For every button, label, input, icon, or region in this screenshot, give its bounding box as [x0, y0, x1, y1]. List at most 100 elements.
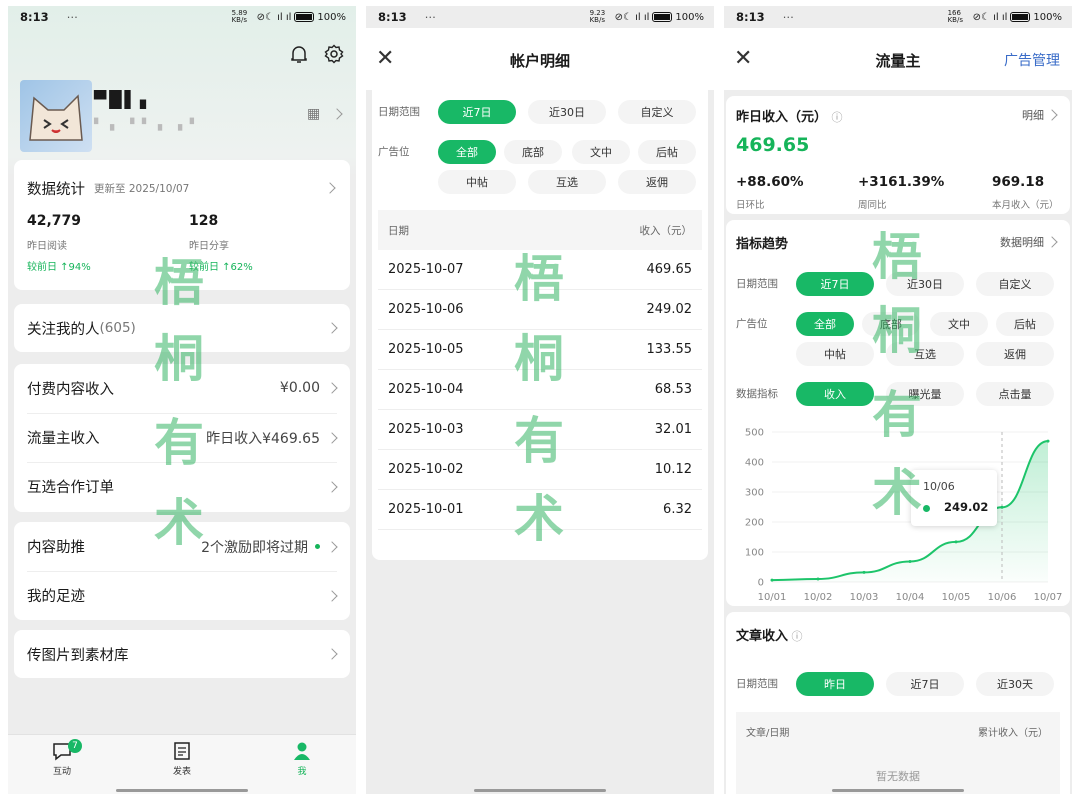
help-icon[interactable]: ⓘ [832, 111, 843, 124]
month-income-value: 969.18 [992, 174, 1045, 190]
metric-opt-exposure[interactable]: 曝光量 [886, 382, 964, 406]
detail-link[interactable]: 明细 [1022, 107, 1058, 123]
qrcode-icon[interactable]: ▦ [307, 106, 320, 122]
traffic-income-value: 昨日收入¥469.65 [206, 430, 320, 447]
ad-label: 广告位 [736, 318, 768, 330]
traffic-owner-screen: 8:13 ⋯ 166 KB/s ⊘☾ ıl ıl 100% ✕ 流量主 广告管理… [724, 6, 1072, 794]
gear-icon[interactable] [324, 44, 344, 64]
row-amount: 10.12 [654, 462, 692, 477]
header: ✕ 帐户明细 [366, 28, 714, 90]
article-opt-7d[interactable]: 近7日 [886, 672, 964, 696]
income-card: 付费内容收入 ¥0.00 流量主收入 昨日收入¥469.65 互选合作订单 [14, 364, 350, 512]
yesterday-label: 昨日收入（元） ⓘ [736, 106, 843, 125]
week-change-label: 周同比 [858, 200, 887, 211]
ad-opt-rebate[interactable]: 返佣 [618, 170, 696, 194]
reads-label: 昨日阅读 [27, 241, 67, 252]
help-icon[interactable]: ⓘ [788, 630, 803, 643]
metric-opt-income[interactable]: 收入 [796, 382, 874, 406]
green-dot-icon [315, 544, 320, 549]
ad-opt-after[interactable]: 后帖 [638, 140, 696, 164]
page-title: 帐户明细 [509, 52, 570, 70]
data-point [816, 577, 820, 581]
date-opt-custom[interactable]: 自定义 [618, 100, 696, 124]
status-bar: 8:13 ⋯ 5.89 KB/s ⊘☾ ıl ıl 100% [8, 6, 356, 28]
upload-label: 传图片到素材库 [27, 647, 129, 664]
paid-income-row[interactable]: 付费内容收入 ¥0.00 [14, 364, 350, 412]
assist-label: 内容助推 [27, 540, 85, 556]
date-opt-7d[interactable]: 近7日 [796, 272, 874, 296]
battery-text: 100% [317, 11, 346, 23]
followers-chevron-icon [326, 322, 338, 334]
date-opt-30d[interactable]: 近30日 [528, 100, 606, 124]
yesterday-value: 469.65 [736, 134, 810, 156]
income-trend-chart[interactable]: 0 100 200 300 400 500 10/01 10/02 10/03 10/04 10/0… [726, 416, 1070, 606]
y-tick-label: 300 [745, 488, 764, 499]
assist-row[interactable]: 内容助推 2个激励即将过期 [14, 522, 350, 571]
avatar[interactable] [20, 80, 92, 152]
row-date: 2025-10-06 [388, 302, 464, 317]
status-time: 8:13 [378, 10, 407, 24]
signal-icon: ⊘☾ ıl ıl [256, 11, 292, 23]
table-row: 2025-10-07 469.65 [378, 250, 702, 290]
metric-opt-clicks[interactable]: 点击量 [976, 382, 1054, 406]
row-date: 2025-10-03 [388, 422, 464, 437]
nav-me[interactable]: 我 [272, 741, 332, 777]
footprint-row[interactable]: 我的足迹 [14, 571, 350, 620]
nav-interact[interactable]: 互动 7 [32, 739, 92, 777]
trend-detail-link[interactable]: 数据明细 [1000, 234, 1058, 250]
y-tick-label: 200 [745, 518, 764, 529]
nav-post[interactable]: 发表 [152, 741, 212, 777]
home-indicator [116, 789, 248, 792]
followers-row[interactable]: 关注我的人 (605) [14, 304, 350, 352]
status-right: 166 KB/s ⊘☾ ıl ıl 100% [948, 10, 1062, 24]
ad-opt-middle[interactable]: 中帖 [438, 170, 516, 194]
bell-icon[interactable] [290, 44, 308, 64]
day-change-label: 日环比 [736, 200, 765, 211]
date-opt-30d[interactable]: 近30日 [886, 272, 964, 296]
day-change-value: +88.60% [736, 174, 804, 190]
article-title-text: 文章收入 [736, 629, 789, 644]
col-date: 日期 [388, 224, 409, 237]
data-point [770, 578, 774, 582]
battery-icon [652, 12, 673, 22]
ad-opt-all[interactable]: 全部 [438, 140, 496, 164]
data-point [1000, 505, 1004, 509]
article-opt-30d[interactable]: 近30天 [976, 672, 1054, 696]
mutual-order-row[interactable]: 互选合作订单 [14, 462, 350, 511]
table-row: 2025-10-01 6.32 [378, 490, 702, 530]
battery-icon [1010, 12, 1031, 22]
ad-opt-inline[interactable]: 文中 [930, 312, 988, 336]
date-range-label: 日期范围 [736, 278, 778, 290]
ad-opt-after[interactable]: 后帖 [996, 312, 1054, 336]
trend-chevron-icon [1046, 236, 1058, 248]
date-opt-custom[interactable]: 自定义 [976, 272, 1054, 296]
ad-opt-mutual[interactable]: 互选 [886, 342, 964, 366]
upload-row[interactable]: 传图片到素材库 [14, 630, 350, 678]
ad-opt-rebate[interactable]: 返佣 [976, 342, 1054, 366]
status-right: 5.89 KB/s ⊘☾ ıl ıl 100% [232, 10, 346, 24]
nav-me-label: 我 [297, 767, 307, 777]
ad-opt-bottom[interactable]: 底部 [862, 312, 920, 336]
article-col1: 文章/日期 [746, 728, 790, 739]
ad-opt-all[interactable]: 全部 [796, 312, 854, 336]
profile-chevron-icon[interactable] [331, 108, 343, 120]
trend-detail-text: 数据明细 [1000, 236, 1044, 249]
status-bar: 8:13 ⋯ 9.23 KB/s ⊘☾ ıl ıl 100% [366, 6, 714, 28]
row-amount: 32.01 [654, 422, 692, 437]
ad-manage-link[interactable]: 广告管理 [1004, 50, 1060, 70]
row-amount: 249.02 [646, 302, 693, 317]
followers-card[interactable]: 关注我的人 (605) [14, 304, 350, 352]
row-amount: 469.65 [646, 262, 693, 277]
ad-opt-mutual[interactable]: 互选 [528, 170, 606, 194]
stats-card[interactable]: 数据统计 更新至 2025/10/07 42,779 昨日阅读 较前日 ↑94%… [14, 160, 350, 290]
metric-label: 数据指标 [736, 388, 778, 400]
ad-opt-bottom[interactable]: 底部 [504, 140, 562, 164]
article-opt-yesterday[interactable]: 昨日 [796, 672, 874, 696]
date-opt-7d[interactable]: 近7日 [438, 100, 516, 124]
nav-badge: 7 [68, 739, 82, 753]
traffic-income-row[interactable]: 流量主收入 昨日收入¥469.65 [14, 413, 350, 462]
assist-chevron-icon [326, 540, 338, 553]
ad-opt-inline[interactable]: 文中 [572, 140, 630, 164]
data-point [908, 559, 912, 563]
ad-opt-middle[interactable]: 中帖 [796, 342, 874, 366]
